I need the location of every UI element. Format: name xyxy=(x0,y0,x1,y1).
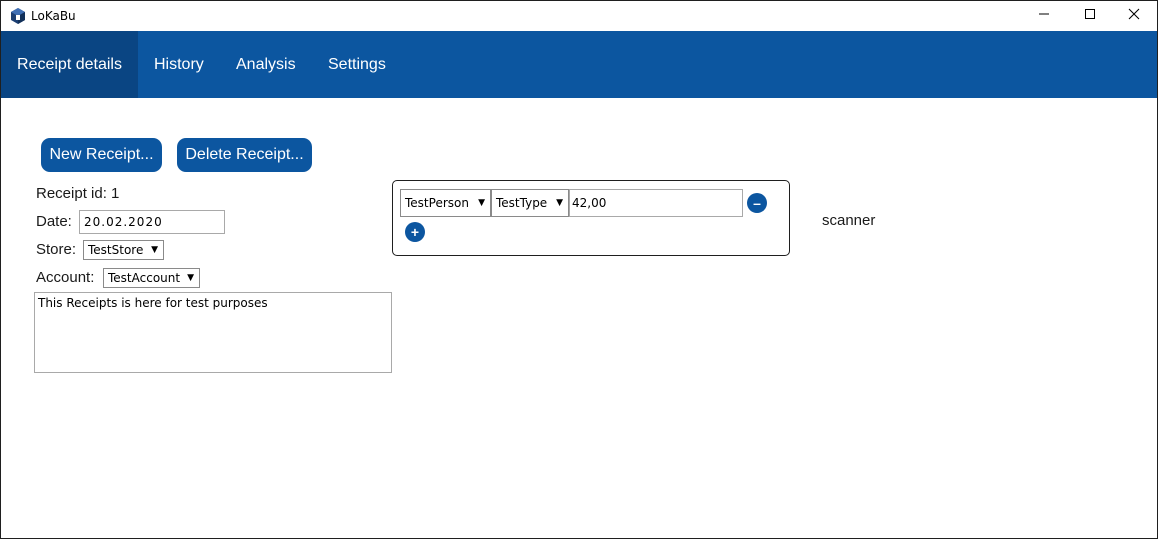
tab-history[interactable]: History xyxy=(154,31,204,98)
store-select-value: TestStore xyxy=(88,243,144,257)
remove-line-button[interactable]: – xyxy=(747,193,767,213)
dropdown-arrow-icon: ▼ xyxy=(478,198,485,208)
tab-analysis[interactable]: Analysis xyxy=(236,31,296,98)
main-nav: Receipt details History Analysis Setting… xyxy=(1,31,1157,98)
cube-logo-icon xyxy=(10,8,26,24)
maximize-icon xyxy=(1084,7,1096,25)
type-select-value: TestType xyxy=(496,196,548,210)
minus-icon: – xyxy=(753,195,761,211)
amount-field[interactable]: 42,00 xyxy=(569,189,743,217)
delete-receipt-button[interactable]: Delete Receipt... xyxy=(177,138,312,172)
dropdown-arrow-icon: ▼ xyxy=(556,198,563,208)
close-icon xyxy=(1128,7,1140,25)
type-select[interactable]: TestType ▼ xyxy=(491,189,569,217)
maximize-button[interactable] xyxy=(1067,1,1113,31)
minimize-icon xyxy=(1038,7,1050,25)
person-select[interactable]: TestPerson ▼ xyxy=(400,189,491,217)
store-label: Store: xyxy=(36,241,77,258)
new-receipt-button[interactable]: New Receipt... xyxy=(41,138,162,172)
dropdown-arrow-icon: ▼ xyxy=(151,245,158,255)
tab-settings[interactable]: Settings xyxy=(328,31,386,98)
person-select-value: TestPerson xyxy=(405,196,469,210)
minimize-button[interactable] xyxy=(1021,1,1067,31)
close-button[interactable] xyxy=(1111,1,1157,31)
title-bar: LoKaBu xyxy=(1,1,1157,31)
receipt-id-label: Receipt id: 1 xyxy=(36,185,120,202)
window-title: LoKaBu xyxy=(31,9,76,23)
plus-icon: + xyxy=(410,224,420,240)
tab-receipt-details[interactable]: Receipt details xyxy=(1,31,138,98)
account-select[interactable]: TestAccount ▼ xyxy=(103,268,200,288)
account-select-value: TestAccount xyxy=(108,271,181,285)
scanner-label: scanner xyxy=(822,212,876,229)
date-label: Date: xyxy=(36,213,72,230)
dropdown-arrow-icon: ▼ xyxy=(187,273,194,283)
add-line-button[interactable]: + xyxy=(405,222,425,242)
date-field[interactable]: 20.02.2020 xyxy=(79,210,225,234)
store-select[interactable]: TestStore ▼ xyxy=(83,240,164,260)
account-label: Account: xyxy=(36,269,95,286)
app-window: LoKaBu Receipt details History Analysis … xyxy=(0,0,1158,539)
notes-textarea[interactable]: This Receipts is here for test purposes xyxy=(34,292,392,373)
